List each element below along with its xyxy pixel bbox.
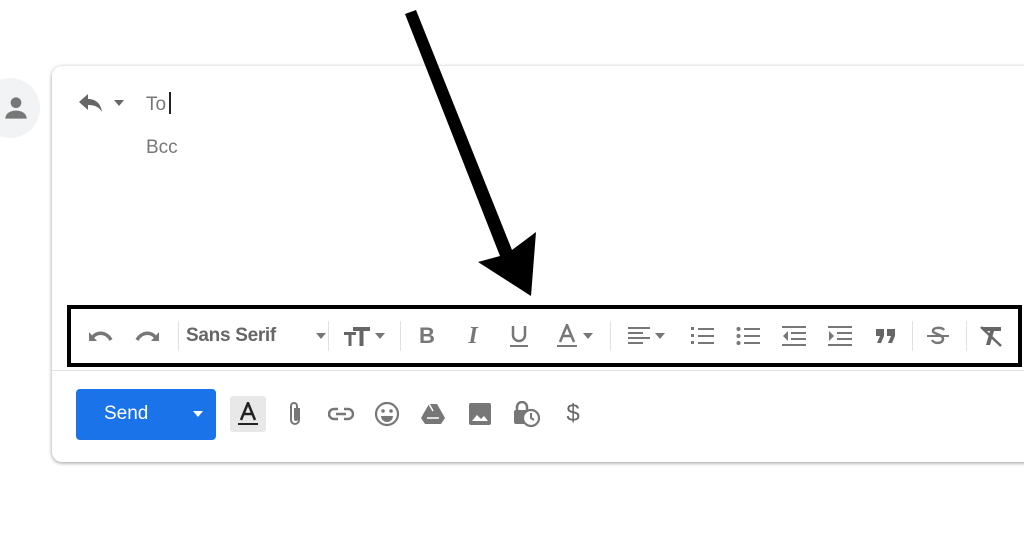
photo-icon bbox=[469, 403, 491, 425]
separator bbox=[610, 321, 611, 351]
attach-icon bbox=[290, 402, 300, 425]
formatting-toolbar: Sans Serif B I bbox=[67, 305, 1022, 367]
attach-button[interactable] bbox=[277, 396, 313, 432]
formatting-options-icon bbox=[238, 402, 258, 425]
align-button[interactable] bbox=[621, 309, 671, 363]
italic-icon[interactable]: I bbox=[458, 309, 488, 363]
send-options-chevron-icon[interactable] bbox=[193, 411, 203, 417]
indent-more-icon[interactable] bbox=[825, 309, 855, 363]
undo-icon bbox=[89, 331, 113, 341]
underline-glyph bbox=[510, 326, 528, 347]
emoji-button[interactable] bbox=[369, 396, 405, 432]
formatting-options-button[interactable] bbox=[230, 396, 266, 432]
send-label: Send bbox=[104, 403, 149, 424]
quote-glyph bbox=[876, 329, 895, 343]
strikethrough-icon[interactable] bbox=[923, 309, 953, 363]
emoji-icon bbox=[374, 401, 400, 427]
indent-less-glyph bbox=[782, 326, 806, 346]
text-color-icon bbox=[556, 324, 577, 347]
divider bbox=[52, 370, 1024, 371]
text-color-button[interactable] bbox=[549, 309, 599, 363]
strikethrough-glyph bbox=[927, 326, 949, 345]
confidential-mode-icon bbox=[514, 401, 540, 427]
link-icon bbox=[328, 407, 354, 421]
redo-button[interactable] bbox=[132, 309, 162, 363]
font-family-value: Sans Serif bbox=[186, 325, 276, 346]
remove-formatting-glyph bbox=[980, 326, 1002, 347]
indent-less-icon[interactable] bbox=[779, 309, 809, 363]
separator bbox=[966, 321, 967, 351]
font-size-button[interactable] bbox=[339, 309, 389, 363]
photo-button[interactable] bbox=[462, 396, 498, 432]
underline-icon[interactable] bbox=[504, 309, 534, 363]
separator bbox=[328, 321, 329, 351]
dollar-icon[interactable]: $ bbox=[555, 396, 591, 432]
undo-button[interactable] bbox=[86, 309, 116, 363]
bulleted-list-glyph bbox=[736, 327, 760, 345]
bold-icon[interactable]: B bbox=[412, 309, 442, 363]
numbered-list-icon[interactable] bbox=[687, 309, 717, 363]
remove-formatting-icon[interactable] bbox=[976, 309, 1006, 363]
confidential-mode-button[interactable] bbox=[508, 396, 544, 432]
separator bbox=[400, 321, 401, 351]
font-family-select[interactable]: Sans Serif bbox=[186, 309, 326, 363]
send-button[interactable]: Send bbox=[76, 389, 216, 440]
align-icon bbox=[627, 327, 650, 344]
link-button[interactable] bbox=[323, 396, 359, 432]
bulleted-list-icon[interactable] bbox=[733, 309, 763, 363]
font-size-icon bbox=[343, 327, 370, 346]
chevron-down-icon bbox=[316, 333, 326, 339]
numbered-list-glyph bbox=[691, 327, 714, 344]
indent-more-glyph bbox=[828, 326, 852, 346]
chevron-down-icon bbox=[374, 333, 385, 339]
separator bbox=[912, 321, 913, 351]
separator bbox=[178, 321, 179, 351]
chevron-down-icon bbox=[582, 333, 593, 339]
quote-icon[interactable] bbox=[871, 309, 901, 363]
redo-icon bbox=[135, 331, 159, 341]
annotation-arrow bbox=[405, 10, 536, 296]
chevron-down-icon bbox=[654, 333, 665, 339]
drive-icon bbox=[421, 403, 445, 424]
drive-button[interactable] bbox=[415, 396, 451, 432]
